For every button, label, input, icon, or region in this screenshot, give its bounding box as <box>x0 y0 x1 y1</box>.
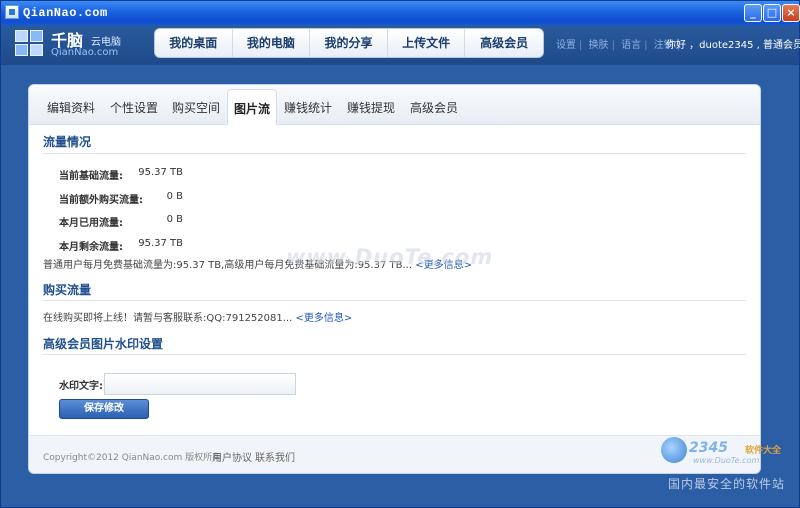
top-links: 设置 | 换肤 | 语言 | 注销 | <box>556 40 681 51</box>
logo-subtitle: 云电脑 <box>91 37 121 48</box>
watermark-text-label: 水印文字: <box>59 381 103 392</box>
tab-earnings-stats[interactable]: 赚钱统计 <box>278 89 338 125</box>
divider <box>43 354 746 355</box>
stat-value-base-traffic: 95.37 TB <box>138 167 183 178</box>
tab-premium-member[interactable]: 高级会员 <box>404 89 464 125</box>
brand-slogan: 国内最安全的软件站 <box>668 477 786 491</box>
app-window: QianNao.com _ □ × 千脑 云电脑 QianNao.com 我的桌… <box>0 0 800 508</box>
content-panel: 编辑资料 个性设置 购买空间 图片流 赚钱统计 赚钱提现 高级会员 流量情况 当… <box>28 84 761 474</box>
buy-more-link[interactable]: <更多信息> <box>295 313 352 324</box>
nav-upload-file[interactable]: 上传文件 <box>388 29 466 57</box>
traffic-section-title: 流量情况 <box>43 135 92 149</box>
buy-note: 在线购买即将上线！请暂与客服联系:QQ:791252081... <更多信息> <box>43 309 352 324</box>
user-agreement-link[interactable]: 用户协议 <box>212 449 252 464</box>
brand-2345-suffix: 软件大全 <box>745 446 782 456</box>
nav-my-share[interactable]: 我的分享 <box>310 29 388 57</box>
tab-image-flow[interactable]: 图片流 <box>227 89 278 125</box>
window-title: QianNao.com <box>23 6 108 20</box>
divider <box>43 153 746 154</box>
watermark-text-input[interactable] <box>104 373 296 395</box>
nav-premium-member[interactable]: 高级会员 <box>465 29 543 57</box>
tab-buy-space[interactable]: 购买空间 <box>166 89 226 125</box>
tab-earnings-withdraw[interactable]: 赚钱提现 <box>341 89 401 125</box>
brand-2345-url: www.DuoTe.com <box>693 456 760 465</box>
main-nav: 我的桌面 我的电脑 我的分享 上传文件 高级会员 <box>154 28 544 58</box>
buy-section-title: 购买流量 <box>43 283 92 297</box>
app-header: 千脑 云电脑 QianNao.com 我的桌面 我的电脑 我的分享 上传文件 高… <box>1 25 800 65</box>
title-bar[interactable]: QianNao.com _ □ × <box>1 1 800 25</box>
settings-tabs: 编辑资料 个性设置 购买空间 图片流 赚钱统计 赚钱提现 高级会员 <box>29 85 760 125</box>
skin-link[interactable]: 换肤 <box>589 40 609 51</box>
language-link[interactable]: 语言 <box>621 40 641 51</box>
site-watermark: www.DuoTe.com <box>286 245 494 269</box>
stat-value-remaining-traffic: 95.37 TB <box>138 238 183 249</box>
save-button[interactable]: 保存修改 <box>59 399 149 419</box>
settings-link[interactable]: 设置 <box>556 40 576 51</box>
mascot-icon <box>661 437 687 463</box>
app-icon <box>5 5 19 19</box>
tab-edit-profile[interactable]: 编辑资料 <box>41 89 101 125</box>
close-button[interactable]: × <box>782 4 800 22</box>
contact-us-link[interactable]: 联系我们 <box>255 449 295 464</box>
buy-note-text: 在线购买即将上线！请暂与客服联系:QQ:791252081... <box>43 313 293 324</box>
logo[interactable]: 千脑 云电脑 QianNao.com <box>15 27 155 61</box>
divider <box>43 300 746 301</box>
nav-my-computer[interactable]: 我的电脑 <box>233 29 311 57</box>
logo-mark-icon <box>15 30 45 58</box>
minimize-button[interactable]: _ <box>744 4 762 22</box>
stat-value-used-traffic: 0 B <box>166 214 183 225</box>
user-greeting: 你好 ，duote2345 , 普通会员 <box>666 40 800 51</box>
maximize-button[interactable]: □ <box>763 4 781 22</box>
nav-my-desktop[interactable]: 我的桌面 <box>155 29 233 57</box>
copyright-text: Copyright©2012 QianNao.com 版权所有 <box>43 453 222 463</box>
footer: Copyright©2012 QianNao.com 版权所有 用户协议 联系我… <box>29 435 760 473</box>
brand-watermark: 2345 软件大全 www.DuoTe.com <box>661 437 800 467</box>
logo-domain: QianNao.com <box>51 47 119 58</box>
tab-personal-settings[interactable]: 个性设置 <box>104 89 164 125</box>
watermark-section-title: 高级会员图片水印设置 <box>43 337 164 351</box>
stat-value-extra-traffic: 0 B <box>166 191 183 202</box>
brand-2345-text: 2345 <box>689 440 728 456</box>
